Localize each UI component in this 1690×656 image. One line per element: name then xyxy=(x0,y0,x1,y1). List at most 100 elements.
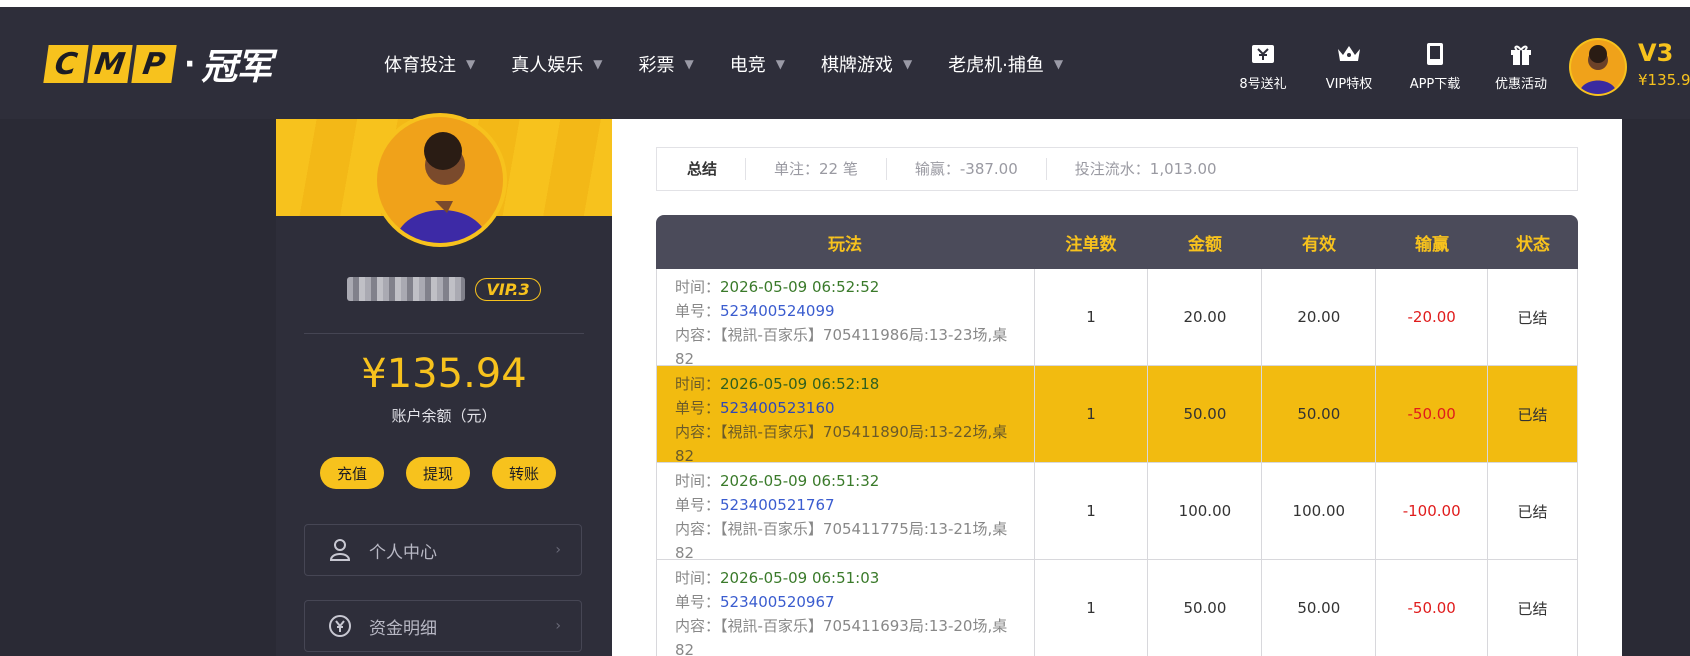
bet-content: 【視訊-百家乐】705411890局:13-22场,桌82 xyxy=(675,423,1008,465)
nav-item-esports[interactable]: 电竞 ▼ xyxy=(730,51,785,77)
bet-number-link[interactable]: 523400521767 xyxy=(720,496,835,514)
bet-info: 时间：2026-05-09 06:51:03 单号：523400520967 内… xyxy=(657,560,1035,656)
wallet-actions: 充值 提现 转账 xyxy=(320,457,556,489)
label-time: 时间： xyxy=(675,569,721,587)
header-status: 状态 xyxy=(1516,234,1550,255)
chevron-right-icon: › xyxy=(555,542,561,558)
bet-amount: 100.00 xyxy=(1148,463,1263,559)
bet-number-link[interactable]: 523400520967 xyxy=(720,593,835,611)
label-content: 内容： xyxy=(675,617,721,635)
balance-top: ¥135.9 xyxy=(1638,71,1690,89)
menu-label: 个人中心 xyxy=(369,542,437,563)
logo-dot: · xyxy=(184,46,196,82)
main-content: 总结 单注：22 笔 输赢：-387.00 投注流水：1,013.00 玩法 注… xyxy=(612,119,1622,656)
username-blurred xyxy=(347,277,466,301)
tool-app[interactable]: APP下载 xyxy=(1392,41,1478,92)
summary-winloss: 输赢：-387.00 xyxy=(887,158,1047,180)
nav-label: 体育投注 xyxy=(384,55,456,76)
chevron-down-icon: ▼ xyxy=(775,57,785,71)
bet-status: 已结 xyxy=(1488,366,1579,462)
user-icon xyxy=(327,537,353,563)
nav-item-sports[interactable]: 体育投注 ▼ xyxy=(384,51,475,77)
label-no: 单号： xyxy=(675,302,721,320)
bet-valid: 50.00 xyxy=(1262,366,1377,462)
chevron-down-icon: ▼ xyxy=(902,57,913,71)
bet-status: 已结 xyxy=(1488,269,1579,365)
tool-promotions[interactable]: 优惠活动 xyxy=(1478,41,1564,92)
nav-label: 彩票 xyxy=(638,55,675,76)
chevron-down-icon: ▼ xyxy=(684,57,694,71)
bet-amount: 50.00 xyxy=(1148,366,1263,462)
bet-info: 时间：2026-05-09 06:52:18 单号：523400523160 内… xyxy=(657,366,1035,465)
chevron-down-icon: ▼ xyxy=(466,57,476,71)
label-no: 单号： xyxy=(675,496,721,514)
menu-item-personal-center[interactable]: 个人中心 › xyxy=(304,524,582,576)
bet-count: 1 xyxy=(1035,560,1149,656)
tool-label: 优惠活动 xyxy=(1494,77,1547,92)
tool-vip[interactable]: VIP特权 xyxy=(1306,41,1392,92)
bet-number-link[interactable]: 523400523160 xyxy=(720,399,835,417)
main-nav: 体育投注 ▼ 真人娱乐 ▼ 彩票 ▼ 电竞 ▼ 棋牌游戏 ▼ 老虎机·捕鱼 ▼ xyxy=(384,51,1099,77)
avatar[interactable] xyxy=(1571,40,1625,94)
table-row[interactable]: 时间：2026-05-09 06:51:32 单号：523400521767 内… xyxy=(656,463,1579,562)
menu-item-fund-details[interactable]: 资金明细 › xyxy=(304,600,582,652)
withdraw-button[interactable]: 提现 xyxy=(406,457,470,489)
nav-label: 真人娱乐 xyxy=(511,55,584,76)
logo-letter: P xyxy=(131,45,177,83)
bet-content: 【視訊-百家乐】705411986局:13-23场,桌82 xyxy=(675,326,1008,368)
divider xyxy=(304,333,584,334)
summary-bar: 总结 单注：22 笔 输赢：-387.00 投注流水：1,013.00 xyxy=(656,147,1578,191)
chevron-right-icon: › xyxy=(555,618,561,634)
bet-valid: 50.00 xyxy=(1262,560,1377,656)
label-content: 内容： xyxy=(675,326,721,344)
bet-valid: 20.00 xyxy=(1262,269,1377,365)
bet-info: 时间：2026-05-09 06:51:32 单号：523400521767 内… xyxy=(657,463,1035,562)
bet-winloss: -20.00 xyxy=(1376,269,1489,365)
yen-cycle-icon xyxy=(327,613,353,639)
table-row[interactable]: 时间：2026-05-09 06:52:18 单号：523400523160 内… xyxy=(656,366,1579,465)
recharge-button[interactable]: 充值 xyxy=(320,457,384,489)
table-row[interactable]: 时间：2026-05-09 06:51:03 单号：523400520967 内… xyxy=(656,560,1579,656)
brand-logo[interactable]: C M P · 冠军 xyxy=(43,43,272,88)
tool-gift[interactable]: 8号送礼 xyxy=(1220,41,1306,92)
bet-number-link[interactable]: 523400524099 xyxy=(720,302,835,320)
tool-label: APP下载 xyxy=(1409,77,1461,92)
nav-label: 老虎机·捕鱼 xyxy=(948,55,1044,76)
phone-icon xyxy=(1422,41,1448,67)
label-time: 时间： xyxy=(675,375,721,393)
bet-status: 已结 xyxy=(1488,560,1579,656)
bet-time: 2026-05-09 06:52:52 xyxy=(720,278,880,296)
transfer-button[interactable]: 转账 xyxy=(492,457,556,489)
nav-item-live-casino[interactable]: 真人娱乐 ▼ xyxy=(511,51,602,77)
user-sidebar: VIP.3 ¥135.94 账户余额（元） 充值 提现 转账 个人中心 › 资金… xyxy=(276,117,612,656)
nav-item-slots-fishing[interactable]: 老虎机·捕鱼 ▼ xyxy=(948,51,1063,77)
label-no: 单号： xyxy=(675,399,721,417)
bet-count: 1 xyxy=(1035,269,1149,365)
profile-avatar[interactable] xyxy=(377,117,503,243)
label-time: 时间： xyxy=(675,472,721,490)
vip-level-top: V3 xyxy=(1638,39,1674,67)
logo-letter: M xyxy=(87,45,133,83)
logo-cn: 冠军 xyxy=(201,47,272,88)
label-time: 时间： xyxy=(675,278,721,296)
chevron-down-icon: ▼ xyxy=(1053,57,1064,71)
summary-orders: 单注：22 笔 xyxy=(746,158,887,180)
nav-item-card-games[interactable]: 棋牌游戏 ▼ xyxy=(821,51,912,77)
page-right-margin xyxy=(1622,119,1690,656)
bet-time: 2026-05-09 06:52:18 xyxy=(720,375,880,393)
bet-count: 1 xyxy=(1035,463,1149,559)
bet-valid: 100.00 xyxy=(1262,463,1377,559)
header-valid: 有效 xyxy=(1302,234,1336,255)
table-header: 玩法 注单数 金额 有效 输赢 状态 xyxy=(656,215,1578,269)
header-amount: 金额 xyxy=(1188,234,1222,255)
bet-time: 2026-05-09 06:51:32 xyxy=(720,472,880,490)
nav-item-lottery[interactable]: 彩票 ▼ xyxy=(638,51,693,77)
bet-winloss: -50.00 xyxy=(1376,560,1489,656)
menu-label: 资金明细 xyxy=(369,618,437,639)
bet-time: 2026-05-09 06:51:03 xyxy=(720,569,880,587)
table-row[interactable]: 时间：2026-05-09 06:52:52 单号：523400524099 内… xyxy=(656,269,1579,368)
nav-label: 电竞 xyxy=(729,55,766,76)
label-content: 内容： xyxy=(675,520,721,538)
top-navbar: C M P · 冠军 体育投注 ▼ 真人娱乐 ▼ 彩票 ▼ 电竞 ▼ 棋牌游戏 ▼ 老虎机… xyxy=(0,7,1690,119)
username-row: VIP.3 xyxy=(276,277,612,301)
